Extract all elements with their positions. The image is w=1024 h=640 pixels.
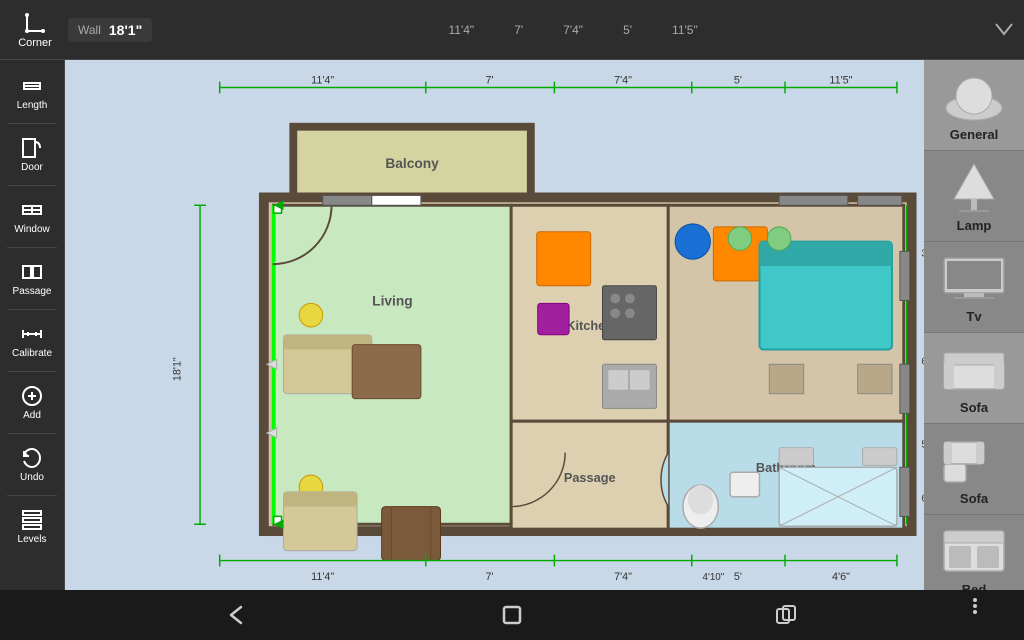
svg-text:18'1": 18'1" — [171, 357, 183, 381]
svg-text:5': 5' — [734, 571, 742, 583]
lamp-shape — [939, 159, 1009, 214]
window-tool[interactable]: Window — [3, 192, 61, 241]
svg-text:7': 7' — [486, 571, 494, 583]
svg-text:11'4": 11'4" — [311, 571, 334, 583]
divider6 — [7, 433, 57, 434]
divider5 — [7, 371, 57, 372]
svg-text:4'10": 4'10" — [703, 572, 725, 583]
panel-item-general[interactable]: General — [924, 60, 1024, 151]
add-tool[interactable]: Add — [3, 378, 61, 427]
tv-shape — [939, 250, 1009, 305]
svg-text:5': 5' — [734, 75, 742, 87]
svg-text:6'1": 6'1" — [921, 356, 924, 367]
calibrate-tool[interactable]: Calibrate — [3, 316, 61, 365]
panel-item-bed[interactable]: Bed — [924, 515, 1024, 590]
svg-text:11'4": 11'4" — [311, 75, 334, 87]
divider4 — [7, 309, 57, 310]
svg-text:7'4": 7'4" — [614, 571, 632, 583]
more-button[interactable] — [941, 584, 1009, 628]
back-button[interactable] — [203, 593, 271, 637]
bottom-nav-bar — [0, 590, 1024, 640]
panel-item-lamp[interactable]: Lamp — [924, 151, 1024, 242]
left-sidebar: Length Door Window Passage — [0, 60, 65, 590]
svg-text:11'5": 11'5" — [829, 75, 852, 87]
wall-indicator: Wall 18'1" — [68, 18, 152, 42]
svg-text:7': 7' — [486, 75, 494, 87]
svg-text:6'1": 6'1" — [921, 494, 924, 505]
passage-tool[interactable]: Passage — [3, 254, 61, 303]
svg-text:Passage: Passage — [564, 470, 616, 485]
svg-text:4'6": 4'6" — [832, 571, 850, 583]
length-tool[interactable]: Length — [3, 68, 61, 117]
svg-text:7'4": 7'4" — [614, 75, 632, 87]
svg-text:3'8": 3'8" — [921, 248, 924, 259]
svg-text:Balcony: Balcony — [385, 156, 439, 171]
top-dimension-bar: 11'4" 7' 7'4" 5' 11'5" — [152, 23, 994, 37]
divider2 — [7, 185, 57, 186]
divider1 — [7, 123, 57, 124]
panel-item-sofa1[interactable]: Sofa — [924, 333, 1024, 424]
levels-tool[interactable]: Levels — [3, 502, 61, 551]
recents-button[interactable] — [753, 593, 821, 637]
floor-plan-canvas[interactable]: 11'4" 7' 7'4" 5' 11'5" — [65, 60, 924, 590]
right-panel: General Lamp Tv — [924, 60, 1024, 590]
home-button[interactable] — [478, 593, 546, 637]
main-content: Length Door Window Passage — [0, 60, 1024, 590]
svg-text:5': 5' — [921, 440, 924, 451]
corner-tool[interactable]: Corner — [10, 6, 60, 54]
divider7 — [7, 495, 57, 496]
sofa1-shape — [939, 341, 1009, 396]
top-toolbar: Corner Wall 18'1" 11'4" 7' 7'4" 5' 11'5" — [0, 0, 1024, 60]
sofa2-shape — [939, 432, 1009, 487]
door-tool[interactable]: Door — [3, 130, 61, 179]
undo-tool[interactable]: Undo — [3, 440, 61, 489]
panel-item-tv[interactable]: Tv — [924, 242, 1024, 333]
general-shape — [939, 68, 1009, 123]
panel-item-sofa2[interactable]: Sofa — [924, 424, 1024, 515]
divider3 — [7, 247, 57, 248]
bed-shape — [939, 523, 1009, 578]
svg-text:Living: Living — [372, 293, 412, 308]
